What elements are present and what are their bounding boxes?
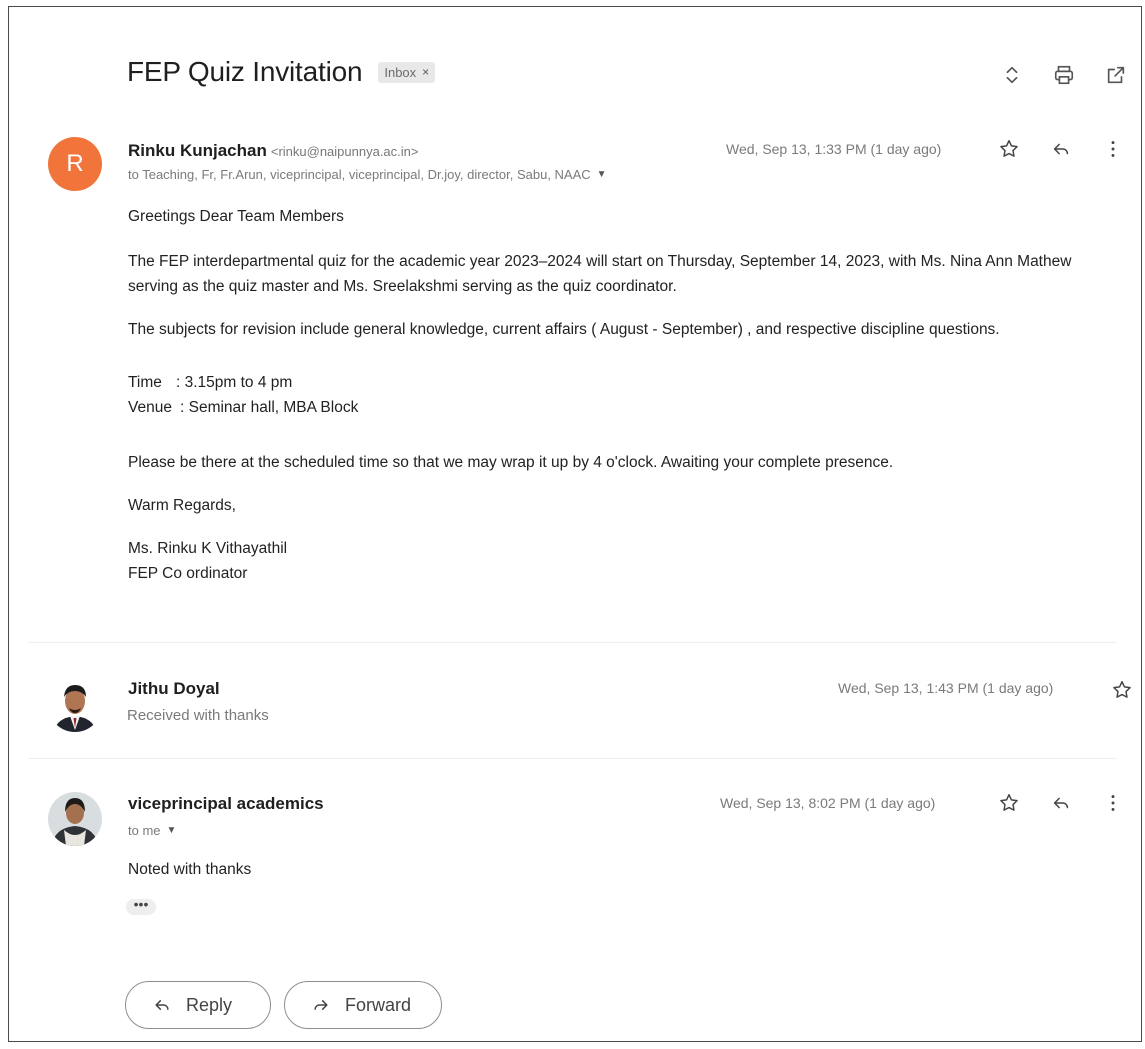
- more-options-icon[interactable]: [1102, 138, 1124, 165]
- body-paragraph-2: The subjects for revision include genera…: [128, 321, 1000, 338]
- greeting: Greetings Dear Team Members: [128, 208, 344, 225]
- expand-collapse-icon[interactable]: [997, 60, 1027, 90]
- divider: [28, 642, 1117, 643]
- open-new-window-icon[interactable]: [1101, 60, 1131, 90]
- message-3-recipients[interactable]: to me ▼: [128, 823, 176, 838]
- time-value: : 3.15pm to 4 pm: [176, 374, 293, 391]
- message-1-sender[interactable]: Rinku Kunjachan <rinku@naipunnya.ac.in>: [128, 141, 419, 161]
- reply-icon: [155, 1000, 169, 1010]
- chevron-down-icon[interactable]: ▼: [597, 169, 607, 180]
- sender-email: <rinku@naipunnya.ac.in>: [270, 144, 419, 159]
- message-1-recipients[interactable]: to Teaching, Fr, Fr.Arun, viceprincipal,…: [128, 167, 607, 182]
- message-1-timestamp: Wed, Sep 13, 1:33 PM (1 day ago): [726, 141, 942, 157]
- recipients-text: to me: [128, 823, 161, 838]
- remove-label-icon[interactable]: ×: [422, 65, 429, 79]
- message-2-timestamp: Wed, Sep 13, 1:43 PM (1 day ago): [838, 680, 1054, 696]
- message-3-actions: [998, 792, 1124, 819]
- signature-name: Ms. Rinku K Vithayathil: [128, 540, 288, 557]
- chevron-down-icon[interactable]: ▼: [167, 825, 177, 836]
- sender-avatar-rinku[interactable]: R: [48, 137, 102, 191]
- thread-toolbar: [997, 60, 1131, 90]
- sender-name-text: Rinku Kunjachan: [128, 141, 267, 160]
- message-3-sender[interactable]: viceprincipal academics: [128, 794, 324, 814]
- star-icon[interactable]: [998, 792, 1020, 819]
- body-paragraph-1: The FEP interdepartmental quiz for the a…: [128, 253, 1072, 295]
- recipients-text: to Teaching, Fr, Fr.Arun, viceprincipal,…: [128, 167, 591, 182]
- star-icon[interactable]: [1111, 679, 1133, 706]
- venue-label: Venue: [128, 399, 172, 416]
- time-line: Time : 3.15pm to 4 pm: [128, 370, 1108, 395]
- message-2-snippet[interactable]: Received with thanks: [127, 707, 269, 724]
- venue-line: Venue : Seminar hall, MBA Block: [128, 395, 1108, 420]
- venue-value: : Seminar hall, MBA Block: [180, 399, 359, 416]
- email-subject: FEP Quiz Invitation: [127, 56, 363, 87]
- inbox-label-text: Inbox: [384, 64, 417, 80]
- sender-avatar-jithu[interactable]: [48, 678, 102, 732]
- reply-icon[interactable]: [1050, 792, 1072, 819]
- message-1-actions: [998, 138, 1124, 165]
- subject-row: FEP Quiz Invitation Inbox ×: [127, 56, 436, 88]
- sender-avatar-viceprincipal[interactable]: [48, 792, 102, 846]
- inbox-label-badge[interactable]: Inbox ×: [378, 61, 436, 83]
- print-icon[interactable]: [1049, 60, 1079, 90]
- reply-button-label: Reply: [186, 994, 233, 1015]
- message-3-body: Noted with thanks: [128, 861, 252, 878]
- forward-button[interactable]: Forward: [284, 981, 442, 1029]
- reply-icon[interactable]: [1050, 138, 1072, 165]
- message-2-sender[interactable]: Jithu Doyal: [128, 679, 220, 699]
- forward-button-label: Forward: [345, 994, 412, 1015]
- more-options-icon[interactable]: [1102, 792, 1124, 819]
- divider: [28, 758, 1117, 759]
- message-2-actions: [1111, 679, 1133, 706]
- signature-title: FEP Co ordinator: [128, 565, 248, 582]
- time-label: Time: [128, 374, 162, 391]
- closing: Warm Regards,: [128, 497, 236, 514]
- message-3-timestamp: Wed, Sep 13, 8:02 PM (1 day ago): [720, 795, 936, 811]
- reply-button[interactable]: Reply: [125, 981, 271, 1029]
- forward-icon: [314, 1000, 328, 1010]
- body-paragraph-3: Please be there at the scheduled time so…: [128, 454, 894, 471]
- star-icon[interactable]: [998, 138, 1020, 165]
- message-1-body: Greetings Dear Team Members The FEP inte…: [128, 204, 1108, 586]
- show-trimmed-content-button[interactable]: •••: [126, 897, 156, 915]
